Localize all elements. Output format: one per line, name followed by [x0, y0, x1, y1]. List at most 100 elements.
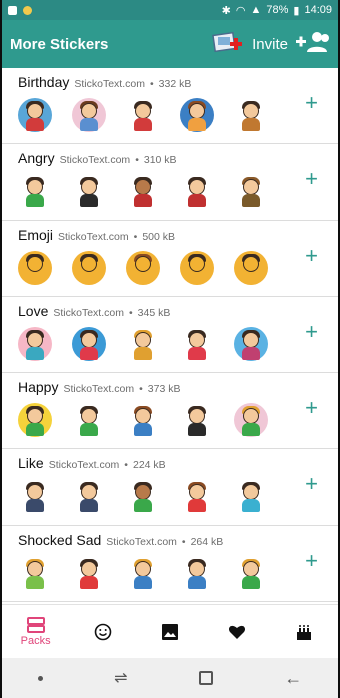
tab-packs[interactable]: Packs — [2, 605, 69, 658]
dot-indicator-icon — [37, 675, 43, 681]
sticker-thumbnail — [126, 327, 160, 361]
invite-button[interactable]: Invite — [252, 36, 288, 53]
packs-icon — [26, 616, 45, 633]
tab-gallery[interactable] — [136, 605, 203, 658]
sticker-thumbnail — [234, 98, 268, 132]
app-bar: More Stickers Invite — [2, 20, 338, 68]
sticker-thumbnail — [234, 326, 268, 361]
pack-name: Happy — [18, 379, 59, 396]
meta-separator: • — [133, 230, 138, 243]
pack-name: Love — [18, 302, 49, 319]
sticker-preview-row — [18, 98, 338, 132]
pack-site: StickoText.com — [48, 459, 120, 472]
image-notification-icon — [8, 5, 17, 15]
pack-name: Shocked Sad — [18, 531, 102, 548]
sticker-thumbnail — [72, 174, 106, 208]
app-window: ✱ ◠ ▲ 78% ▮ 14:09 More Stickers Invite B… — [0, 0, 340, 698]
tab-birthday[interactable] — [271, 605, 338, 658]
add-pack-button[interactable]: + — [305, 473, 318, 495]
status-bar: ✱ ◠ ▲ 78% ▮ 14:09 — [2, 0, 338, 20]
add-pack-button[interactable]: + — [305, 549, 318, 572]
add-pack-button[interactable]: + — [305, 320, 318, 343]
add-pack-button[interactable]: + — [305, 92, 318, 114]
sticker-preview-row — [18, 556, 338, 590]
sticker-thumbnail — [18, 250, 52, 285]
sticker-thumbnail — [18, 479, 52, 513]
image-icon — [162, 623, 178, 640]
sticker-thumbnail — [180, 479, 214, 513]
signal-icon: ▲ — [250, 4, 262, 16]
pack-name: Birthday — [18, 74, 70, 90]
pack-size: 332 kB — [158, 78, 192, 90]
sticker-thumbnail — [126, 250, 160, 285]
pack-name: Angry — [18, 150, 55, 167]
pack-like[interactable]: Like StickoText.com • 224 kB + — [2, 449, 338, 526]
pack-size: 310 kB — [143, 154, 177, 167]
pack-angry[interactable]: Angry StickoText.com • 310 kB + — [2, 144, 338, 221]
meta-separator: • — [181, 535, 186, 548]
sticker-thumbnail — [72, 98, 106, 132]
pack-site: StickoText.com — [53, 306, 124, 319]
sticker-thumbnail — [72, 556, 106, 590]
pack-size: 500 kB — [142, 230, 176, 243]
sticker-thumbnail — [234, 250, 268, 285]
home-button[interactable] — [198, 671, 213, 685]
pack-site: StickoText.com — [58, 230, 129, 243]
pack-site: StickoText.com — [59, 154, 131, 167]
sticker-thumbnail — [18, 98, 52, 132]
sticker-thumbnail — [180, 403, 214, 437]
clock-time: 14:09 — [304, 4, 332, 16]
sticker-thumbnail — [180, 327, 214, 361]
tab-packs-label: Packs — [20, 634, 51, 647]
sticker-thumbnail — [180, 556, 214, 590]
pack-birthday[interactable]: Birthday StickoText.com • 332 kB + — [2, 68, 338, 145]
add-pack-button[interactable]: + — [305, 397, 318, 419]
sticker-preview-row — [18, 174, 338, 208]
sticker-pack-list: Birthday StickoText.com • 332 kB + Angry… — [2, 68, 338, 602]
sticker-thumbnail — [234, 174, 268, 208]
pack-name: Emoji — [18, 226, 54, 243]
pack-shocked-sad[interactable]: Shocked Sad StickoText.com • 264 kB + — [2, 526, 338, 602]
sticker-thumbnail — [180, 250, 214, 285]
battery-icon: ▮ — [293, 4, 300, 17]
sticker-thumbnail — [18, 403, 52, 438]
tab-love[interactable] — [204, 605, 271, 658]
emoji-notification-icon — [23, 5, 32, 15]
sticker-thumbnail — [18, 326, 52, 361]
add-sticker-icon[interactable] — [212, 30, 244, 58]
sticker-thumbnail — [234, 479, 268, 513]
sticker-thumbnail — [72, 403, 106, 437]
cake-icon — [297, 624, 312, 640]
sticker-preview-row — [18, 479, 338, 513]
sticker-thumbnail — [18, 556, 52, 590]
meta-separator: • — [124, 459, 128, 472]
recent-apps-button[interactable]: ⇌ — [114, 668, 127, 688]
system-navigation-bar: ⇌ ← — [2, 658, 338, 698]
page-title: More Stickers — [10, 35, 109, 53]
pack-size: 373 kB — [147, 383, 181, 396]
heart-icon — [229, 625, 246, 639]
back-button[interactable]: ← — [284, 668, 302, 689]
meta-separator: • — [128, 306, 133, 319]
pack-love[interactable]: Love StickoText.com • 345 kB + — [2, 297, 338, 374]
pack-name: Like — [18, 455, 44, 472]
add-pack-button[interactable]: + — [305, 168, 318, 190]
sticker-thumbnail — [72, 326, 106, 361]
sticker-thumbnail — [126, 556, 160, 590]
sticker-thumbnail — [72, 250, 106, 285]
tab-emoji[interactable] — [69, 605, 136, 658]
bottom-navigation: Packs — [2, 604, 338, 658]
sticker-thumbnail — [126, 403, 160, 437]
sticker-thumbnail — [180, 174, 214, 208]
meta-separator: • — [139, 383, 143, 396]
sticker-thumbnail — [126, 98, 160, 132]
meta-separator: • — [135, 154, 139, 167]
pack-emoji[interactable]: Emoji StickoText.com • 500 kB + — [2, 221, 338, 297]
wifi-icon: ◠ — [235, 4, 246, 17]
bluetooth-icon: ✱ — [221, 4, 231, 17]
pack-happy[interactable]: Happy StickoText.com • 373 kB + — [2, 373, 338, 450]
add-person-icon[interactable] — [296, 31, 330, 58]
pack-size: 264 kB — [190, 535, 224, 548]
pack-size: 224 kB — [132, 459, 166, 472]
add-pack-button[interactable]: + — [305, 244, 318, 267]
